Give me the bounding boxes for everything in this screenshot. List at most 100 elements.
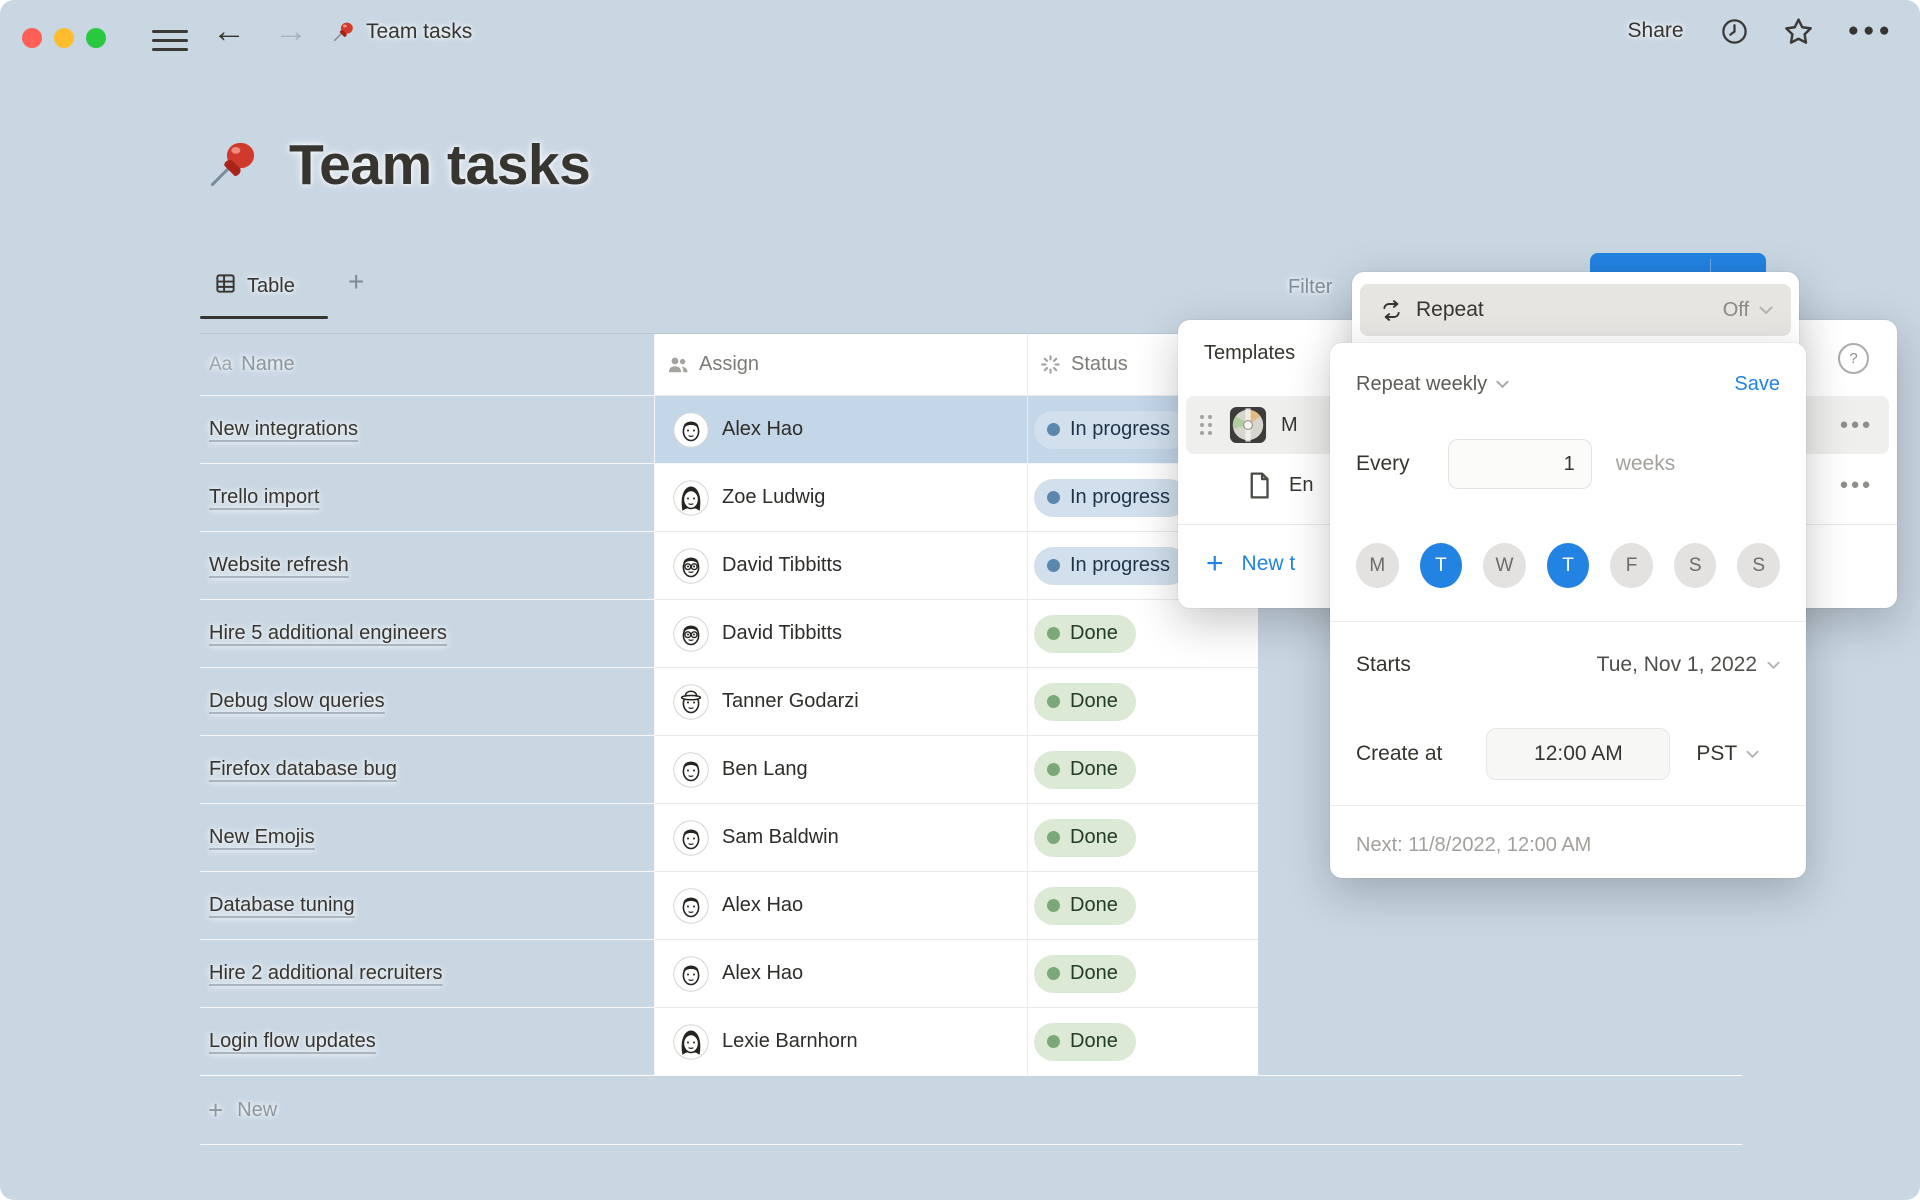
table-row[interactable]: Website refresh David Tibbitts In progre…	[200, 532, 1258, 600]
assign-cell[interactable]: Lexie Barnhorn	[655, 1008, 1028, 1076]
task-name: New Emojis	[209, 826, 315, 849]
assignee-avatar	[673, 752, 709, 788]
assignee-avatar	[673, 548, 709, 584]
assign-cell[interactable]: Sam Baldwin	[655, 804, 1028, 872]
new-row-button[interactable]: + New	[200, 1075, 1742, 1145]
table-view-icon	[214, 272, 237, 300]
task-name-cell[interactable]: New integrations	[200, 396, 655, 464]
start-date-dropdown[interactable]: Tue, Nov 1, 2022	[1597, 653, 1780, 677]
share-button[interactable]: Share	[1628, 19, 1684, 43]
weekday-toggle-F[interactable]: F	[1610, 543, 1653, 588]
assign-cell[interactable]: Alex Hao	[655, 940, 1028, 1008]
filter-button[interactable]: Filter	[1288, 276, 1332, 299]
status-cell[interactable]: Done	[1028, 872, 1258, 940]
assignee-avatar	[673, 412, 709, 448]
weekday-toggle-M[interactable]: M	[1356, 543, 1399, 588]
table-row[interactable]: Hire 2 additional recruiters Alex Hao Do…	[200, 940, 1258, 1008]
status-pill[interactable]: In progress	[1034, 479, 1188, 517]
weekday-toggle-S[interactable]: S	[1737, 543, 1780, 588]
table-row[interactable]: Hire 5 additional engineers David Tibbit…	[200, 600, 1258, 668]
task-name-cell[interactable]: Trello import	[200, 464, 655, 532]
back-arrow-icon[interactable]: ←	[212, 14, 246, 48]
task-name-cell[interactable]: New Emojis	[200, 804, 655, 872]
table-row[interactable]: New Emojis Sam Baldwin Done	[200, 804, 1258, 872]
status-pill[interactable]: Done	[1034, 615, 1136, 653]
create-time-input[interactable]: 12:00 AM	[1486, 728, 1670, 780]
task-name-cell[interactable]: Debug slow queries	[200, 668, 655, 736]
tab-table[interactable]: Table	[214, 272, 295, 300]
task-name: Hire 2 additional recruiters	[209, 962, 442, 985]
status-cell[interactable]: Done	[1028, 1008, 1258, 1076]
assignee-name: Sam Baldwin	[722, 826, 839, 849]
task-name-cell[interactable]: Firefox database bug	[200, 736, 655, 804]
status-pill[interactable]: Done	[1034, 887, 1136, 925]
assignee-name: Zoe Ludwig	[722, 486, 825, 509]
status-cell[interactable]: Done	[1028, 804, 1258, 872]
status-cell[interactable]: Done	[1028, 736, 1258, 804]
assignee-name: Tanner Godarzi	[722, 690, 859, 713]
table-row[interactable]: Firefox database bug Ben Lang Done	[200, 736, 1258, 804]
table-row[interactable]: New integrations Alex Hao In progress	[200, 396, 1258, 464]
status-pill[interactable]: Done	[1034, 683, 1136, 721]
app-window: ← → Team tasks Share ●●● Team tasks Tabl…	[0, 0, 1920, 1200]
task-name-cell[interactable]: Hire 2 additional recruiters	[200, 940, 655, 1008]
status-pill[interactable]: Done	[1034, 751, 1136, 789]
assign-cell[interactable]: David Tibbitts	[655, 532, 1028, 600]
pushpin-icon-large[interactable]	[203, 133, 263, 198]
frequency-dropdown[interactable]: Repeat weekly	[1356, 373, 1509, 396]
assign-cell[interactable]: Alex Hao	[655, 396, 1028, 464]
drag-handle-icon[interactable]	[1200, 415, 1215, 435]
save-button[interactable]: Save	[1734, 373, 1780, 396]
template-item-label: En	[1289, 474, 1313, 497]
assign-cell[interactable]: Zoe Ludwig	[655, 464, 1028, 532]
template-more-icon[interactable]: ●●●	[1833, 476, 1879, 493]
status-dot-icon	[1047, 559, 1060, 572]
weekday-toggle-W[interactable]: W	[1483, 543, 1526, 588]
traffic-light-zoom[interactable]	[86, 28, 106, 48]
task-name-cell[interactable]: Login flow updates	[200, 1008, 655, 1076]
status-pill[interactable]: Done	[1034, 1023, 1136, 1061]
weekday-toggle-T[interactable]: T	[1547, 543, 1590, 588]
task-name-cell[interactable]: Hire 5 additional engineers	[200, 600, 655, 668]
help-icon[interactable]: ?	[1838, 343, 1869, 374]
table-row[interactable]: Login flow updates Lexie Barnhorn Done	[200, 1008, 1258, 1076]
assign-cell[interactable]: Alex Hao	[655, 872, 1028, 940]
forward-arrow-icon[interactable]: →	[274, 14, 308, 48]
menu-icon[interactable]	[152, 30, 188, 51]
timezone-dropdown[interactable]: PST	[1696, 742, 1759, 766]
weekday-toggle-T[interactable]: T	[1420, 543, 1463, 588]
status-cell[interactable]: Done	[1028, 668, 1258, 736]
assign-cell[interactable]: Ben Lang	[655, 736, 1028, 804]
repeat-menu-label: Repeat	[1416, 298, 1484, 322]
task-name: Database tuning	[209, 894, 355, 917]
plus-icon: +	[208, 1095, 223, 1126]
status-cell[interactable]: Done	[1028, 940, 1258, 1008]
favorite-star-icon[interactable]	[1783, 16, 1814, 47]
assign-cell[interactable]: Tanner Godarzi	[655, 668, 1028, 736]
task-name-cell[interactable]: Database tuning	[200, 872, 655, 940]
assign-cell[interactable]: David Tibbitts	[655, 600, 1028, 668]
traffic-light-minimize[interactable]	[54, 28, 74, 48]
divider	[1330, 805, 1806, 806]
table-row[interactable]: Trello import Zoe Ludwig In progress	[200, 464, 1258, 532]
table-row[interactable]: Database tuning Alex Hao Done	[200, 872, 1258, 940]
traffic-light-close[interactable]	[22, 28, 42, 48]
status-pill[interactable]: In progress	[1034, 411, 1188, 449]
repeat-menu-item[interactable]: Repeat Off	[1360, 284, 1791, 336]
status-dot-icon	[1047, 491, 1060, 504]
column-header-name[interactable]: Aa Name	[200, 334, 655, 396]
status-dot-icon	[1047, 967, 1060, 980]
weekday-toggle-S[interactable]: S	[1674, 543, 1717, 588]
status-pill[interactable]: Done	[1034, 819, 1136, 857]
more-options-icon[interactable]: ●●●	[1848, 20, 1894, 42]
column-header-assign[interactable]: Assign	[655, 334, 1028, 396]
template-more-icon[interactable]: ●●●	[1833, 416, 1879, 433]
task-name-cell[interactable]: Website refresh	[200, 532, 655, 600]
status-cell[interactable]: Done	[1028, 600, 1258, 668]
interval-input[interactable]: 1	[1448, 439, 1592, 489]
status-pill[interactable]: Done	[1034, 955, 1136, 993]
table-row[interactable]: Debug slow queries Tanner Godarzi Done	[200, 668, 1258, 736]
add-view-icon[interactable]: +	[348, 266, 364, 298]
history-clock-icon[interactable]	[1720, 17, 1749, 46]
status-pill[interactable]: In progress	[1034, 547, 1188, 585]
